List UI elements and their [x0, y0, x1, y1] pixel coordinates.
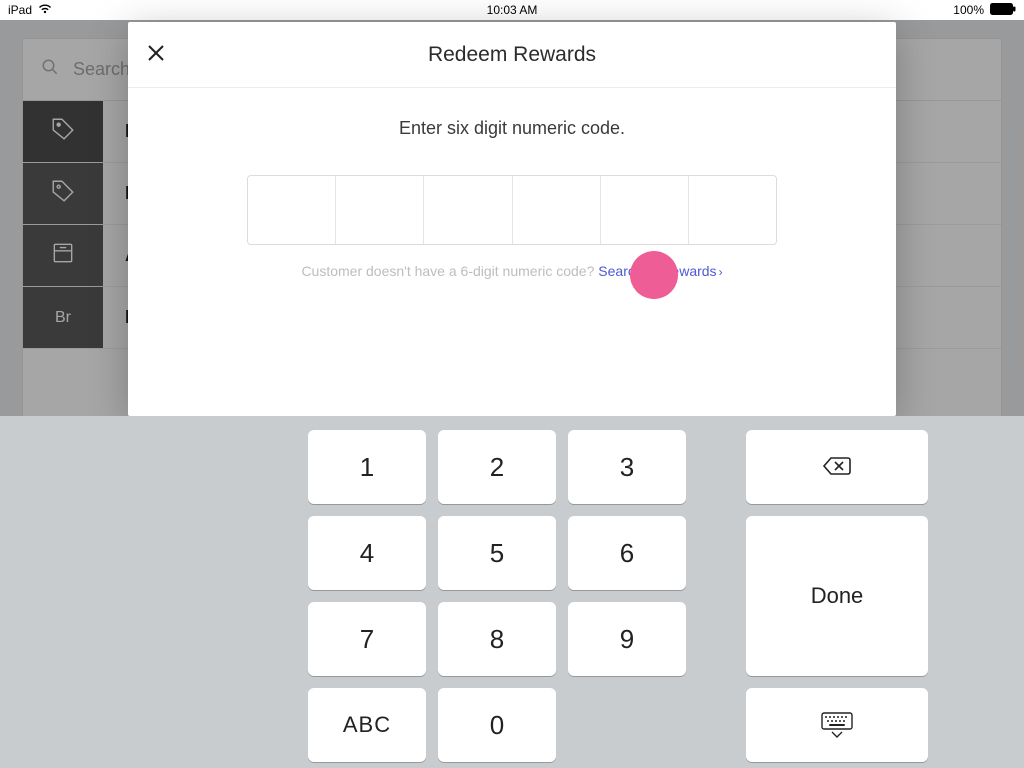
wifi-icon	[38, 3, 52, 17]
key-3[interactable]: 3	[568, 430, 686, 504]
key-0[interactable]: 0	[438, 688, 556, 762]
modal-title: Redeem Rewards	[428, 43, 596, 67]
battery-icon	[990, 3, 1016, 18]
key-dismiss-keyboard[interactable]	[746, 688, 928, 762]
modal-header: Redeem Rewards	[128, 22, 896, 88]
chevron-right-icon: ›	[719, 265, 723, 279]
key-6[interactable]: 6	[568, 516, 686, 590]
key-abc[interactable]: ABC	[308, 688, 426, 762]
key-1[interactable]: 1	[308, 430, 426, 504]
key-7[interactable]: 7	[308, 602, 426, 676]
battery-percent: 100%	[953, 3, 984, 17]
modal-prompt: Enter six digit numeric code.	[128, 118, 896, 139]
code-digit-1[interactable]	[248, 176, 336, 244]
keyboard-dismiss-icon	[820, 712, 854, 738]
key-backspace[interactable]	[746, 430, 928, 504]
status-bar: iPad 10:03 AM 100%	[0, 0, 1024, 20]
close-button[interactable]	[142, 41, 170, 69]
clock: 10:03 AM	[487, 3, 538, 17]
code-digit-2[interactable]	[336, 176, 424, 244]
key-5[interactable]: 5	[438, 516, 556, 590]
key-9[interactable]: 9	[568, 602, 686, 676]
close-icon	[146, 39, 166, 70]
help-line: Customer doesn't have a 6-digit numeric …	[128, 263, 896, 279]
code-digit-5[interactable]	[601, 176, 689, 244]
code-digit-6[interactable]	[689, 176, 776, 244]
numeric-keypad: 1 2 3 4 5 6 7 8 9 ABC 0 Done	[0, 416, 1024, 768]
redeem-rewards-modal: Redeem Rewards Enter six digit numeric c…	[128, 22, 896, 416]
code-input[interactable]	[247, 175, 777, 245]
key-4[interactable]: 4	[308, 516, 426, 590]
help-prefix: Customer doesn't have a 6-digit numeric …	[301, 263, 598, 279]
device-label: iPad	[8, 3, 32, 17]
backspace-icon	[822, 452, 852, 483]
code-digit-3[interactable]	[424, 176, 512, 244]
key-8[interactable]: 8	[438, 602, 556, 676]
key-done[interactable]: Done	[746, 516, 928, 676]
tap-indicator	[630, 251, 678, 299]
key-2[interactable]: 2	[438, 430, 556, 504]
code-digit-4[interactable]	[513, 176, 601, 244]
